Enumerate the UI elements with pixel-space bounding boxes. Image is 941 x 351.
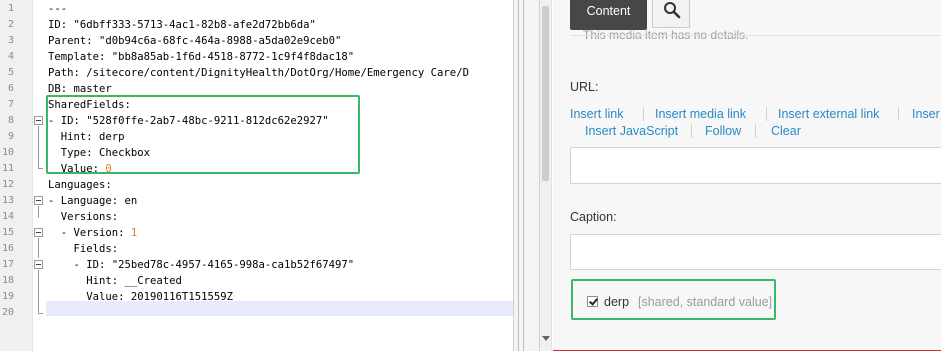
fold-toggle-icon[interactable] [34, 228, 43, 237]
derp-checkbox-highlight-box: derp [shared, standard value] [571, 279, 776, 320]
link-separator [766, 107, 767, 121]
link-separator [691, 124, 692, 138]
code-line: Template: "bb8a85ab-1f6d-4518-8772-1c9f4… [48, 49, 354, 65]
line-number: 2 [7, 19, 14, 30]
fold-toggle-icon[interactable] [34, 260, 43, 269]
shared-fields-highlight-box [46, 95, 360, 174]
code-text: Parent: "d0b94c6a-68fc-464a-8988-a5da02e… [48, 35, 342, 47]
line-number: 12 [1, 179, 14, 190]
code-line: Languages: [48, 177, 112, 193]
line-number: 1 [7, 3, 14, 14]
link-separator [755, 124, 756, 138]
pane-splitter[interactable] [513, 0, 540, 351]
fold-end-marker [38, 168, 43, 169]
shared-standard-value-note: [shared, standard value] [638, 295, 773, 309]
code-line: - Version: 1 [48, 225, 138, 241]
code-text: - ID: "25bed78c-4957-4165-998a-ca1b52f67… [48, 259, 355, 271]
line-number: 10 [1, 147, 14, 158]
yaml-editor[interactable]: 1 --- 2 ID: "6dbff333-5713-4ac1-82b8-afe2d7… [0, 0, 513, 351]
url-label: URL: [570, 80, 599, 94]
insert-javascript-button[interactable]: Insert JavaScript [585, 124, 678, 138]
vertical-scrollbar[interactable] [540, 0, 552, 351]
line-number: 18 [1, 275, 14, 286]
link-separator [898, 107, 899, 121]
code-line: Hint: __Created [48, 273, 182, 289]
content-editor-pane: Content This media item has no details. … [540, 0, 941, 351]
code-line: Parent: "d0b94c6a-68fc-464a-8988-a5da02e… [48, 33, 341, 49]
divider [570, 35, 941, 36]
code-line: --- [48, 1, 67, 17]
code-text: ID: "6dbff333-5713-4ac1-82b8-afe2d72bb6d… [48, 19, 316, 31]
code-text: Languages: [48, 179, 112, 191]
code-line: Path: /sitecore/content/DignityHealth/Do… [48, 65, 469, 81]
code-text: - Version: [48, 227, 131, 239]
derp-checkbox[interactable] [587, 296, 598, 307]
fold-guide [38, 238, 39, 258]
caption-label: Caption: [570, 210, 617, 224]
line-number: 5 [7, 67, 14, 78]
code-line: - ID: "25bed78c-4957-4165-998a-ca1b52f67… [48, 257, 355, 273]
fold-toggle-icon[interactable] [34, 116, 43, 125]
code-text: Path: /sitecore/content/DignityHealth/Do… [48, 67, 469, 79]
fold-end-marker [38, 313, 43, 314]
clear-link-button[interactable]: Clear [771, 124, 801, 138]
numeric-value: 1 [130, 227, 138, 239]
line-number: 9 [7, 131, 14, 142]
derp-checkbox-label[interactable]: derp [604, 295, 629, 309]
code-text: DB: master [48, 83, 112, 95]
line-number: 20 [1, 307, 14, 318]
line-number: 15 [1, 227, 14, 238]
code-text: Fields: [48, 243, 119, 255]
fold-guide [38, 206, 39, 218]
insert-external-link-button[interactable]: Insert external link [778, 107, 879, 121]
code-line: - Language: en [48, 193, 137, 209]
insert-anchor-button[interactable]: Inser [912, 107, 940, 121]
code-text: Versions: [48, 211, 119, 223]
tab-content[interactable]: Content [570, 0, 647, 30]
tab-search[interactable] [652, 0, 690, 28]
follow-link-button[interactable]: Follow [705, 124, 741, 138]
line-number: 8 [7, 115, 14, 126]
fold-toggle-icon[interactable] [34, 196, 43, 205]
line-number: 16 [1, 243, 14, 254]
link-separator [643, 107, 644, 121]
code-line: ID: "6dbff333-5713-4ac1-82b8-afe2d72bb6d… [48, 17, 316, 33]
url-field[interactable] [570, 147, 941, 184]
line-number: 19 [1, 291, 14, 302]
insert-link-button[interactable]: Insert link [570, 107, 624, 121]
insert-media-link-button[interactable]: Insert media link [655, 107, 746, 121]
splitter-line [523, 0, 524, 351]
code-text: --- [48, 3, 68, 15]
line-number: 17 [1, 259, 14, 270]
line-number: 14 [1, 211, 14, 222]
code-line: Value: 20190116T151559Z [48, 289, 233, 305]
fold-guide [38, 126, 39, 169]
content-panel: Content This media item has no details. … [553, 0, 941, 351]
scroll-down-arrow-icon[interactable] [542, 336, 550, 341]
code-text: Value: 20190116T151559Z [48, 291, 233, 303]
code-text: - Language: en [48, 195, 138, 207]
line-number: 7 [7, 99, 14, 110]
code-line: Fields: [48, 241, 119, 257]
code-text: Hint: __Created [48, 275, 182, 287]
splitter-line [518, 0, 519, 351]
code-text: Template: "bb8a85ab-1f6d-4518-8772-1c9f4… [48, 51, 355, 63]
line-number: 4 [7, 51, 14, 62]
caption-field[interactable] [570, 234, 941, 270]
line-number: 3 [7, 35, 14, 46]
line-number: 6 [7, 83, 14, 94]
scrollbar-thumb[interactable] [542, 6, 549, 181]
search-icon [664, 2, 681, 19]
fold-guide [38, 270, 39, 314]
line-number: 13 [1, 195, 14, 206]
line-number: 11 [1, 163, 14, 174]
code-line: Versions: [48, 209, 118, 225]
